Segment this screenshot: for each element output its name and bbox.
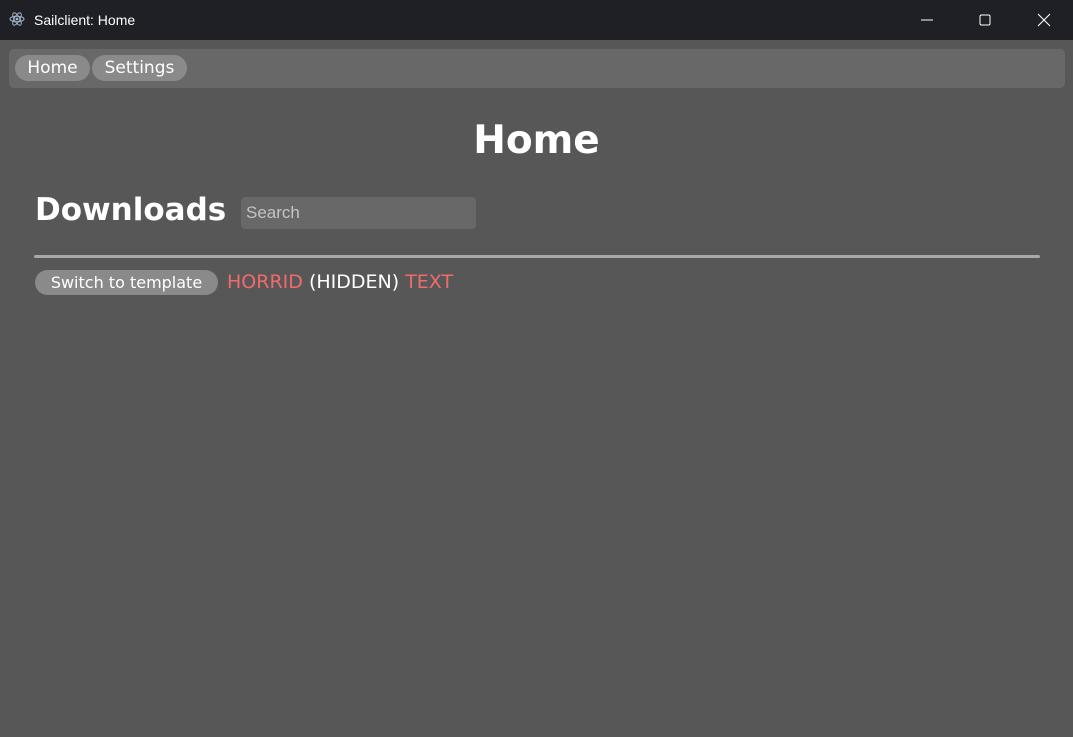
page-title: Home — [473, 118, 600, 163]
nav-home-button[interactable]: Home — [15, 55, 90, 81]
minimize-icon — [921, 19, 933, 21]
nav-bar: Home Settings — [9, 49, 1065, 88]
window-title: Sailclient: Home — [34, 12, 136, 28]
status-text: HORRID (HIDDEN) TEXT — [227, 270, 453, 295]
divider — [34, 255, 1040, 258]
electron-icon — [9, 11, 25, 27]
close-icon — [1037, 13, 1051, 27]
close-button[interactable] — [1015, 0, 1073, 40]
minimize-button[interactable] — [898, 0, 956, 40]
window-titlebar: Sailclient: Home — [0, 0, 1073, 40]
switch-to-template-button[interactable]: Switch to template — [35, 270, 218, 295]
downloads-heading: Downloads — [35, 192, 227, 228]
maximize-icon — [979, 14, 991, 26]
search-input[interactable] — [241, 197, 476, 229]
status-text-part-3: TEXT — [405, 271, 454, 293]
status-text-part-1: HORRID — [227, 271, 303, 293]
maximize-button[interactable] — [956, 0, 1014, 40]
nav-settings-button[interactable]: Settings — [92, 55, 187, 81]
status-text-part-2: (HIDDEN) — [308, 271, 400, 293]
